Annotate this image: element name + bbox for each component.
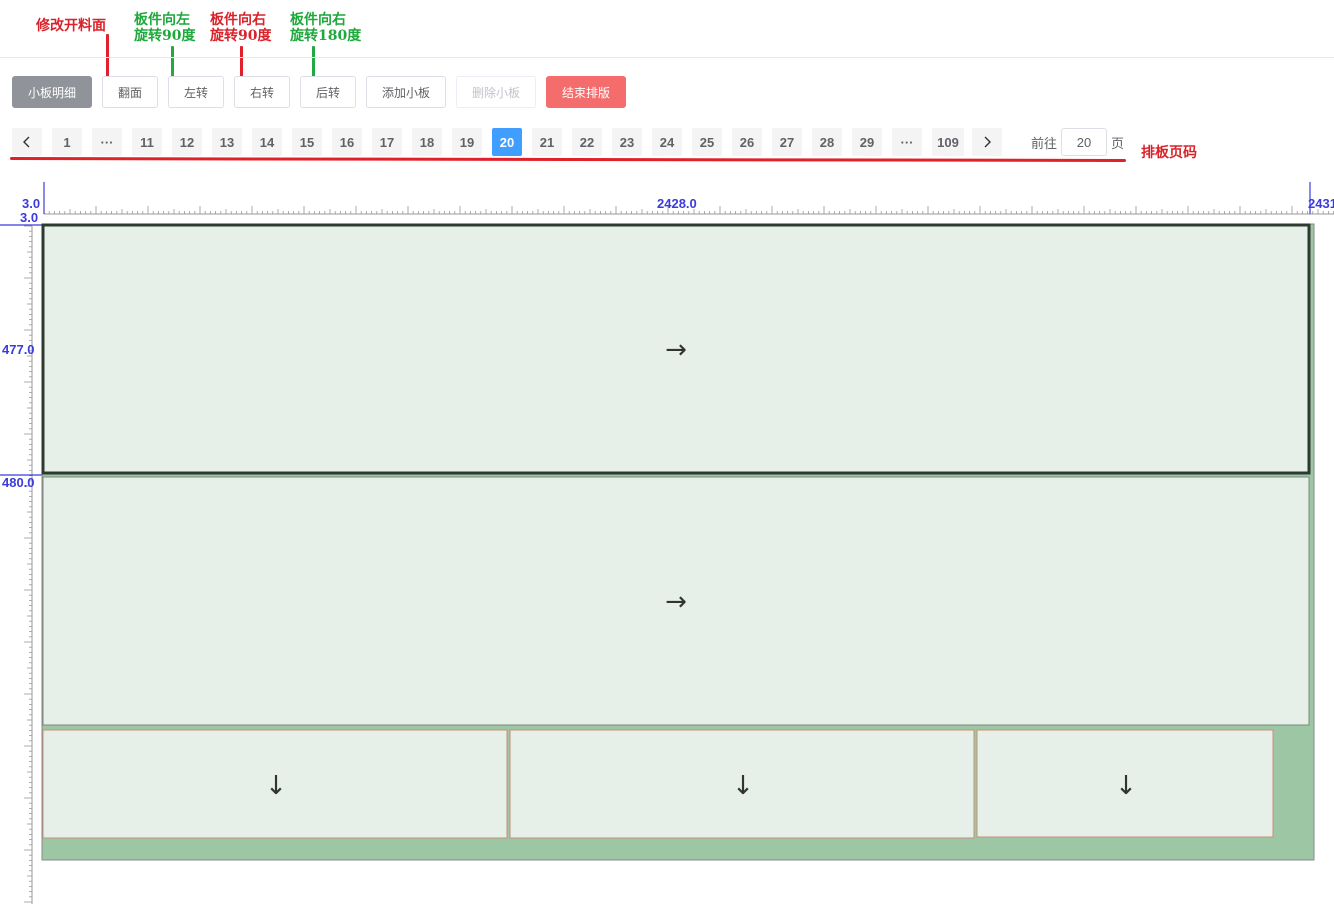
page-button[interactable]: 19 [452,128,482,156]
rotate-back-button[interactable]: 后转 [300,76,356,108]
left-ruler-mid1-label: 477.0 [2,342,35,357]
grain-arrow-down-icon: ↓ [1115,771,1137,801]
page-button[interactable]: 11 [132,128,162,156]
annotation-rotate-back: 板件向右 旋转180度 [290,12,361,44]
top-ruler-mid-label: 2428.0 [657,196,697,211]
annotation-marker-rotate-back [312,46,315,79]
page-button[interactable]: 14 [252,128,282,156]
delete-panel-button[interactable]: 删除小板 [456,76,536,108]
grain-arrow-down-icon: ↓ [732,771,754,801]
panel-detail-button[interactable]: 小板明细 [12,76,92,108]
page-button[interactable]: 13 [212,128,242,156]
finish-layout-button[interactable]: 结束排版 [546,76,626,108]
page-button[interactable]: 21 [532,128,562,156]
annotation-rotate-left: 板件向左 旋转90度 [134,12,195,44]
annotation-rotate-back-line2: 旋转180度 [290,28,362,44]
prev-page-button[interactable] [12,128,42,156]
page-button[interactable]: 26 [732,128,762,156]
page-ellipsis[interactable]: ··· [92,128,122,156]
panel-1[interactable]: → [41,223,1311,475]
page-button[interactable]: 25 [692,128,722,156]
page-button[interactable]: 16 [332,128,362,156]
page-button[interactable]: 15 [292,128,322,156]
page-button[interactable]: 24 [652,128,682,156]
page-button[interactable]: 23 [612,128,642,156]
header-divider [0,57,1334,58]
annotation-rotate-left-line1: 板件向左 [134,12,190,28]
goto-prefix: 前往 [1031,136,1058,152]
page-button[interactable]: 22 [572,128,602,156]
top-ruler-start-label: 3.0 [22,196,40,211]
chevron-left-icon [23,136,30,148]
page-button[interactable]: 27 [772,128,802,156]
page-button[interactable]: 20 [492,128,522,156]
page-button[interactable]: 109 [932,128,964,156]
page-button[interactable]: 12 [172,128,202,156]
page-button[interactable]: 18 [412,128,442,156]
annotation-pagination-underline [9,157,1127,162]
page-button[interactable]: 28 [812,128,842,156]
annotation-flip-face: 修改开料面 [36,18,106,34]
annotation-rotate-left-line2: 旋转90度 [134,28,196,44]
annotation-marker-rotate-right [240,46,243,79]
goto-suffix: 页 [1111,136,1125,152]
goto-page-input[interactable] [1061,128,1108,156]
rotate-left-button[interactable]: 左转 [168,76,224,108]
page-button[interactable]: 1 [52,128,82,156]
panel-3[interactable]: ↓ [42,729,508,839]
chevron-right-icon [984,136,991,148]
annotation-rotate-right-line1: 板件向右 [210,12,266,28]
annotation-rotate-back-line1: 板件向右 [290,12,346,28]
grain-arrow-down-icon: ↓ [265,771,287,801]
add-panel-button[interactable]: 添加小板 [366,76,446,108]
left-ruler-mid2-label: 480.0 [2,475,35,490]
annotation-rotate-right-line2: 旋转90度 [210,28,272,44]
next-page-button[interactable] [972,128,1002,156]
page-button[interactable]: 29 [852,128,882,156]
panel-5[interactable]: ↓ [976,729,1274,838]
panel-4[interactable]: ↓ [509,729,975,839]
grain-arrow-right-icon: → [665,587,687,617]
grain-arrow-right-icon: → [665,335,687,365]
page-button[interactable]: 17 [372,128,402,156]
top-ruler-end-label: 2431 [1308,196,1334,211]
panel-2[interactable]: → [42,476,1310,726]
layout-board: 3.0 2428.0 2431 3.0 477.0 480.0 → → ↓ ↓ … [0,182,1334,904]
flip-button[interactable]: 翻面 [102,76,158,108]
annotation-rotate-right: 板件向右 旋转90度 [210,12,271,44]
left-ruler-start-label: 3.0 [20,210,38,225]
annotation-pagination: 排板页码 [1141,145,1197,161]
rotate-right-button[interactable]: 右转 [234,76,290,108]
page-ellipsis[interactable]: ··· [892,128,922,156]
goto-page: 前往 页 [1031,128,1124,156]
